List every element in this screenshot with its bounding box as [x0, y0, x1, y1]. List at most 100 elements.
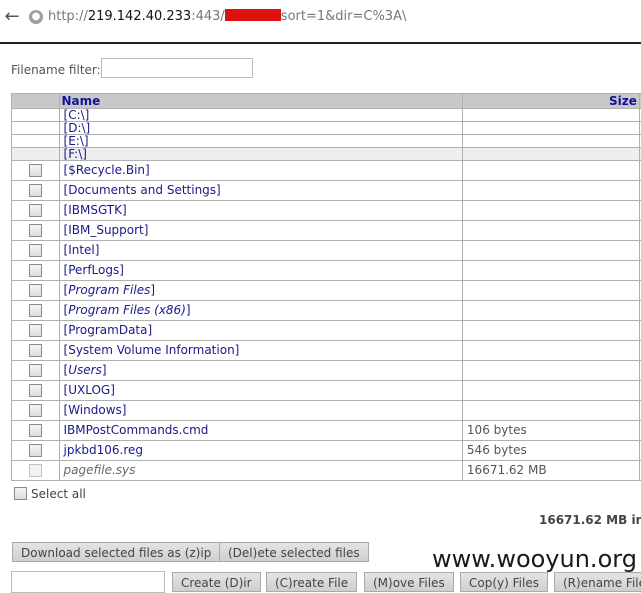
file-size — [462, 361, 639, 381]
row-checkbox[interactable] — [29, 264, 42, 277]
folder-name: Users — [68, 363, 102, 377]
filter-label: Filename filter: — [11, 63, 101, 77]
url-query: sort=1&dir=C%3A\ — [281, 9, 407, 24]
globe-icon: ● — [29, 10, 43, 24]
folder-link[interactable]: [$Recycle.Bin] — [64, 163, 150, 177]
url-host: 219.142.40.233 — [88, 9, 191, 24]
select-all-label: Select all — [31, 487, 86, 501]
row-checkbox[interactable] — [29, 344, 42, 357]
url-port: :443/ — [191, 9, 225, 24]
watermark-text: www.wooyun.org — [432, 545, 637, 573]
create-file-button[interactable]: (C)reate File — [266, 572, 357, 592]
row-checkbox[interactable] — [29, 304, 42, 317]
table-row: pagefile.sys 16671.62 MB — [12, 461, 641, 481]
select-all-checkbox[interactable] — [14, 487, 27, 500]
folder-link[interactable]: [PerfLogs] — [64, 263, 124, 277]
total-size: 16671.62 MB in — [539, 513, 641, 527]
rename-file-button[interactable]: (R)ename File — [554, 572, 641, 592]
back-arrow-icon[interactable]: ← — [0, 5, 24, 29]
row-checkbox[interactable] — [29, 224, 42, 237]
folder-link[interactable]: [Program Files] — [64, 283, 156, 297]
row-checkbox[interactable] — [29, 404, 42, 417]
file-size — [462, 181, 639, 201]
folder-link[interactable]: [System Volume Information] — [64, 343, 240, 357]
row-checkbox[interactable] — [29, 384, 42, 397]
folder-link[interactable]: [Program Files (x86)] — [64, 303, 191, 317]
filename-filter-input[interactable] — [101, 58, 253, 78]
folder-link[interactable]: [Documents and Settings] — [64, 183, 221, 197]
delete-files-button[interactable]: (Del)ete selected files — [219, 542, 369, 562]
file-size: 106 bytes — [462, 421, 639, 441]
table-row: [ProgramData] — [12, 321, 641, 341]
drive-row: [C:\] — [12, 109, 641, 122]
drive-link-d[interactable]: [D:\] — [64, 121, 91, 135]
file-size: 16671.62 MB — [462, 461, 639, 481]
file-size — [462, 261, 639, 281]
name-column-header[interactable]: Name — [59, 94, 462, 109]
row-checkbox[interactable] — [29, 204, 42, 217]
file-size — [462, 341, 639, 361]
folder-link[interactable]: [Windows] — [64, 403, 127, 417]
row-checkbox[interactable] — [29, 184, 42, 197]
table-row: [Windows] — [12, 401, 641, 421]
new-name-input[interactable] — [11, 571, 165, 593]
file-size — [462, 221, 639, 241]
folder-link[interactable]: [IBMSGTK] — [64, 203, 127, 217]
drive-link-e[interactable]: [E:\] — [64, 134, 89, 148]
url-field[interactable]: http://219.142.40.233:443/sort=1&dir=C%3… — [48, 9, 406, 24]
file-size — [462, 161, 639, 181]
file-size — [462, 201, 639, 221]
row-checkbox[interactable] — [29, 444, 42, 457]
file-size — [462, 241, 639, 261]
download-zip-button[interactable]: Download selected files as (z)ip — [12, 542, 220, 562]
bracket-close: ] — [150, 283, 155, 297]
file-size — [462, 381, 639, 401]
file-link[interactable]: IBMPostCommands.cmd — [64, 423, 209, 437]
drive-row: [E:\] — [12, 135, 641, 148]
file-size — [462, 281, 639, 301]
folder-link[interactable]: [Users] — [64, 363, 107, 377]
bracket-close: ] — [186, 303, 191, 317]
folder-link[interactable]: [Intel] — [64, 243, 100, 257]
drive-link-f[interactable]: [F:\] — [64, 147, 87, 161]
divider — [0, 42, 641, 44]
row-checkbox[interactable] — [29, 284, 42, 297]
folder-name: Program Files (x86) — [68, 303, 186, 317]
table-row: [IBM_Support] — [12, 221, 641, 241]
select-all-control[interactable]: Select all — [14, 487, 86, 501]
url-prefix: http:// — [48, 9, 88, 24]
row-checkbox[interactable] — [29, 244, 42, 257]
table-row: [Users] — [12, 361, 641, 381]
bracket-close: ] — [102, 363, 107, 377]
table-row: IBMPostCommands.cmd 106 bytes — [12, 421, 641, 441]
file-size: 546 bytes — [462, 441, 639, 461]
drive-link-c[interactable]: [C:\] — [64, 108, 90, 122]
table-row: [Program Files] — [12, 281, 641, 301]
folder-link[interactable]: [ProgramData] — [64, 323, 153, 337]
table-row: [Intel] — [12, 241, 641, 261]
row-checkbox[interactable] — [29, 324, 42, 337]
drive-row: [D:\] — [12, 122, 641, 135]
file-name-locked: pagefile.sys — [64, 463, 136, 477]
row-checkbox[interactable] — [29, 164, 42, 177]
file-link[interactable]: jpkbd106.reg — [64, 443, 144, 457]
file-size — [462, 401, 639, 421]
folder-link[interactable]: [UXLOG] — [64, 383, 115, 397]
copy-files-button[interactable]: Cop(y) Files — [460, 572, 548, 592]
row-checkbox[interactable] — [29, 424, 42, 437]
move-files-button[interactable]: (M)ove Files — [364, 572, 454, 592]
table-row: [Documents and Settings] — [12, 181, 641, 201]
table-row: [UXLOG] — [12, 381, 641, 401]
size-column-header[interactable]: Size — [462, 94, 639, 109]
drive-row: [F:\] — [12, 148, 641, 161]
file-size — [462, 321, 639, 341]
create-dir-button[interactable]: Create (D)ir — [172, 572, 261, 592]
row-checkbox[interactable] — [29, 364, 42, 377]
table-row: jpkbd106.reg 546 bytes — [12, 441, 641, 461]
redaction-mark — [225, 9, 281, 21]
folder-link[interactable]: [IBM_Support] — [64, 223, 149, 237]
table-row: [Program Files (x86)] — [12, 301, 641, 321]
table-row: [System Volume Information] — [12, 341, 641, 361]
checkbox-column-header — [12, 94, 60, 109]
row-checkbox-disabled — [29, 464, 42, 477]
